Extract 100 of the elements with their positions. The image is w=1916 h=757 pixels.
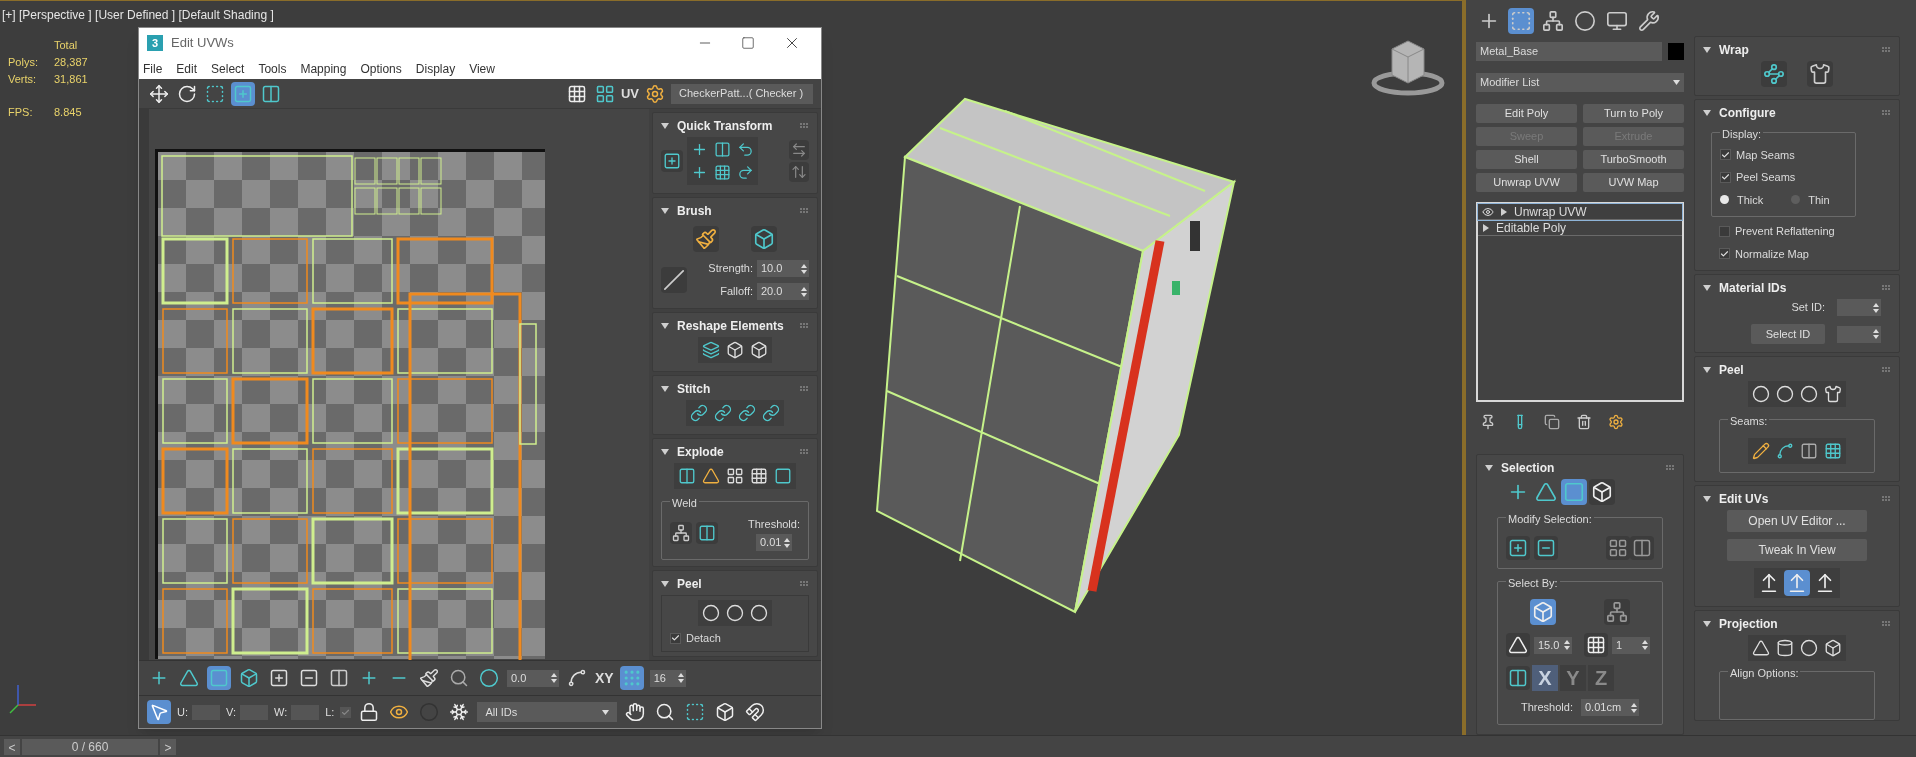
checkbox[interactable] bbox=[1719, 248, 1730, 260]
panel-button[interactable]: UVW Map bbox=[1583, 173, 1684, 192]
spinner-field[interactable]: 0.01cm bbox=[1581, 699, 1639, 716]
texture-dropdown[interactable]: CheckerPatt...( Checker ) bbox=[671, 83, 813, 104]
menu-item[interactable]: Edit bbox=[176, 59, 198, 78]
arrows-vertical-icon[interactable] bbox=[789, 162, 809, 182]
element-cube-icon[interactable] bbox=[1530, 599, 1556, 625]
spinner-arrows-icon[interactable] bbox=[677, 673, 684, 683]
cube-icon[interactable] bbox=[751, 226, 777, 252]
rollout-title[interactable]: Explode bbox=[677, 443, 724, 461]
grow-selection-icon[interactable] bbox=[1506, 535, 1530, 560]
spinner-arrows-icon[interactable] bbox=[1873, 302, 1879, 313]
checkbox[interactable] bbox=[1719, 225, 1730, 237]
collapse-icon[interactable] bbox=[661, 580, 669, 588]
grip-icon[interactable] bbox=[1882, 47, 1891, 53]
checkbox[interactable] bbox=[1720, 171, 1731, 183]
link-icon[interactable] bbox=[712, 402, 734, 424]
pin-icon[interactable] bbox=[1480, 414, 1496, 430]
grip-icon[interactable] bbox=[800, 208, 809, 214]
collapse-icon[interactable] bbox=[661, 322, 669, 330]
panel-button[interactable]: Turn to Poly bbox=[1583, 104, 1684, 123]
checkbox[interactable] bbox=[340, 706, 352, 718]
copy-icon[interactable] bbox=[1544, 414, 1560, 430]
collapse-icon[interactable] bbox=[661, 207, 669, 215]
timeline-next-button[interactable]: > bbox=[160, 738, 176, 755]
spinner-field[interactable]: 10.0 bbox=[757, 260, 809, 277]
collapse-icon[interactable] bbox=[1482, 223, 1490, 232]
collapse-icon[interactable] bbox=[661, 122, 669, 130]
spinner-field[interactable] bbox=[1837, 325, 1881, 343]
eye-icon[interactable] bbox=[1482, 205, 1494, 218]
spinner-arrows-icon[interactable] bbox=[551, 673, 557, 683]
rollout-title[interactable]: Material IDs bbox=[1719, 279, 1787, 297]
rollout-title[interactable]: Peel bbox=[1719, 361, 1744, 379]
collapse-icon[interactable] bbox=[1703, 494, 1711, 503]
rollout-title[interactable]: Peel bbox=[677, 575, 702, 593]
maximize-icon[interactable] bbox=[741, 36, 755, 50]
menu-item[interactable]: Select bbox=[211, 59, 245, 78]
dropdown-arrow-icon[interactable] bbox=[1673, 80, 1680, 85]
rollout-title[interactable]: Stitch bbox=[677, 380, 711, 398]
viewport-label[interactable]: [+] [Perspective ] [User Defined ] [Default Shading ] bbox=[2, 6, 274, 24]
axis-toggle[interactable]: X bbox=[1532, 665, 1558, 691]
collapse-icon[interactable] bbox=[1703, 109, 1711, 117]
disc-icon[interactable] bbox=[1750, 383, 1772, 405]
menu-item[interactable]: Tools bbox=[258, 59, 287, 78]
rollout-title[interactable]: Brush bbox=[677, 202, 712, 220]
grip-icon[interactable] bbox=[1882, 285, 1891, 291]
rollout-title[interactable]: Wrap bbox=[1719, 41, 1749, 59]
panel-button[interactable]: Shell bbox=[1476, 150, 1577, 169]
spinner-arrows-icon[interactable] bbox=[801, 286, 807, 297]
hierarchy-icon[interactable] bbox=[1604, 599, 1630, 625]
axis-toggle[interactable]: Z bbox=[1588, 665, 1614, 691]
timeline-prev-button[interactable]: < bbox=[4, 738, 20, 755]
collapse-icon[interactable] bbox=[661, 448, 669, 456]
spline-points-icon[interactable] bbox=[1761, 61, 1787, 87]
modifier-list-dropdown[interactable]: Modifier List bbox=[1476, 73, 1684, 92]
disc-icon[interactable] bbox=[748, 602, 770, 624]
line-icon[interactable] bbox=[661, 267, 687, 293]
stack-item[interactable]: Editable Poly bbox=[1478, 220, 1682, 236]
rollout-title[interactable]: Projection bbox=[1719, 614, 1778, 633]
configure-icon[interactable] bbox=[1608, 414, 1624, 430]
grip-icon[interactable] bbox=[800, 581, 809, 587]
grip-icon[interactable] bbox=[800, 323, 809, 329]
radio-button[interactable] bbox=[1720, 195, 1729, 205]
panel-button[interactable]: TurboSmooth bbox=[1583, 150, 1684, 169]
panel-button[interactable]: Select ID bbox=[1751, 324, 1825, 344]
grip-icon[interactable] bbox=[800, 123, 809, 129]
spinner-arrows-icon[interactable] bbox=[784, 537, 790, 548]
grip-icon[interactable] bbox=[800, 449, 809, 455]
spinner-field[interactable]: 0.0 bbox=[507, 669, 559, 687]
spinner-field[interactable] bbox=[1837, 299, 1881, 316]
link-icon[interactable] bbox=[760, 402, 782, 424]
stack-item[interactable]: Unwrap UVW bbox=[1478, 204, 1682, 220]
frame-counter[interactable]: 0 / 660 bbox=[22, 738, 158, 755]
spinner-field[interactable]: 20.0 bbox=[757, 283, 809, 300]
uv-toggle[interactable]: UV bbox=[620, 83, 639, 104]
disc-icon[interactable] bbox=[1798, 383, 1820, 405]
panel-button[interactable]: Edit Poly bbox=[1476, 104, 1577, 123]
color-swatch[interactable] bbox=[1668, 43, 1684, 60]
rollout-title[interactable]: Configure bbox=[1719, 104, 1776, 122]
collapse-icon[interactable] bbox=[1500, 207, 1508, 216]
grip-icon[interactable] bbox=[1882, 620, 1891, 627]
collapse-icon[interactable] bbox=[661, 385, 669, 393]
disc-icon[interactable] bbox=[724, 602, 746, 624]
grip-icon[interactable] bbox=[1882, 367, 1891, 373]
grip-icon[interactable] bbox=[1666, 465, 1675, 471]
layers-icon[interactable] bbox=[700, 339, 722, 361]
spinner-field[interactable]: 0.01 bbox=[756, 534, 792, 551]
collapse-icon[interactable] bbox=[1703, 46, 1711, 54]
axis-toggle[interactable]: Y bbox=[1560, 665, 1586, 691]
rollout-title[interactable]: Edit UVs bbox=[1719, 489, 1769, 508]
grip-icon[interactable] bbox=[1882, 495, 1891, 502]
link-icon[interactable] bbox=[736, 402, 758, 424]
panel-button[interactable]: Unwrap UVW bbox=[1476, 173, 1577, 192]
arrows-horizontal-icon[interactable] bbox=[789, 140, 809, 160]
link-icon[interactable] bbox=[688, 402, 710, 424]
spinner-field[interactable]: 16 bbox=[649, 669, 686, 687]
spinner-arrows-icon[interactable] bbox=[1642, 640, 1648, 650]
spinner-field[interactable]: 1 bbox=[1612, 636, 1650, 654]
rollout-title[interactable]: Quick Transform bbox=[677, 117, 773, 135]
collapse-icon[interactable] bbox=[1703, 366, 1711, 374]
